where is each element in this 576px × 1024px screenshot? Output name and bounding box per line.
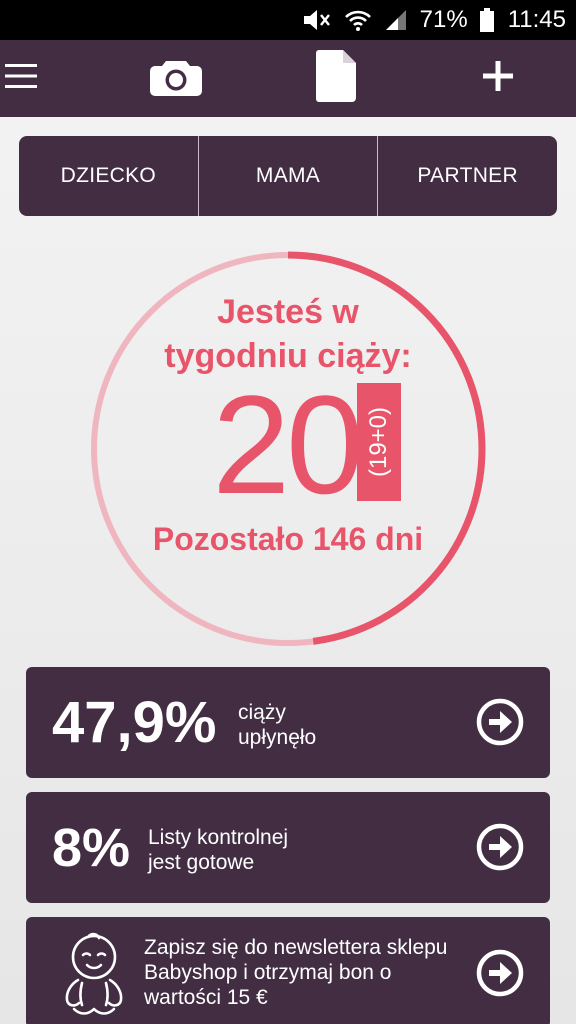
clock: 11:45: [507, 6, 566, 33]
current-week-number: 20: [212, 366, 364, 523]
add-button[interactable]: [476, 40, 520, 117]
checklist-percent: 8%: [52, 817, 131, 878]
card-newsletter[interactable]: Zapisz się do newslettera sklepu Babysho…: [26, 917, 550, 1024]
document-icon: [316, 50, 356, 107]
status-bar: 71% 11:45: [0, 0, 576, 40]
card1-line1: ciąży: [238, 701, 286, 724]
battery-icon: [479, 8, 494, 32]
arrow-right-circle-icon[interactable]: [476, 823, 524, 871]
plus-icon: [483, 61, 513, 96]
week-detail-text: (19+0): [365, 406, 392, 478]
app-toolbar: [0, 40, 576, 117]
battery-percent: 71%: [419, 6, 468, 33]
baby-icon: [62, 931, 126, 1022]
card3-line3: wartości 15 €: [144, 986, 268, 1009]
profile-segmented-control: DZIECKO MAMA PARTNER: [19, 136, 557, 216]
wifi-icon: [344, 8, 372, 32]
document-button[interactable]: [310, 40, 362, 117]
segment-dziecko[interactable]: DZIECKO: [19, 136, 198, 216]
card-checklist[interactable]: 8% Listy kontrolnej jest gotowe: [26, 792, 550, 903]
days-remaining: Pozostało 146 dni: [152, 521, 424, 557]
card1-line2: upłynęło: [238, 726, 317, 749]
camera-icon: [150, 56, 202, 101]
menu-button[interactable]: [0, 40, 42, 117]
pregnancy-progress-ring: Jesteś w tygodniu ciąży: 20 (19+0) Pozos…: [88, 249, 488, 649]
week-detail-badge: (19+0): [357, 383, 401, 501]
camera-button[interactable]: [145, 40, 207, 117]
menu-icon: [5, 63, 37, 94]
card3-line1: Zapisz się do newslettera sklepu: [144, 936, 448, 959]
card2-line2: jest gotowe: [148, 851, 255, 874]
arrow-right-circle-icon[interactable]: [476, 949, 524, 997]
card-pregnancy-elapsed[interactable]: 47,9% ciąży upłynęło: [26, 667, 550, 778]
segment-mama[interactable]: MAMA: [197, 136, 378, 216]
elapsed-percent: 47,9%: [52, 690, 217, 755]
card3-line2: Babyshop i otrzymaj bon o: [144, 961, 392, 984]
progress-title-line1: Jesteś w: [217, 293, 359, 331]
mute-icon: [302, 8, 332, 32]
arrow-right-circle-icon[interactable]: [476, 698, 524, 746]
signal-icon: [384, 8, 408, 32]
card2-line1: Listy kontrolnej: [148, 826, 289, 849]
segment-partner[interactable]: PARTNER: [377, 136, 557, 216]
